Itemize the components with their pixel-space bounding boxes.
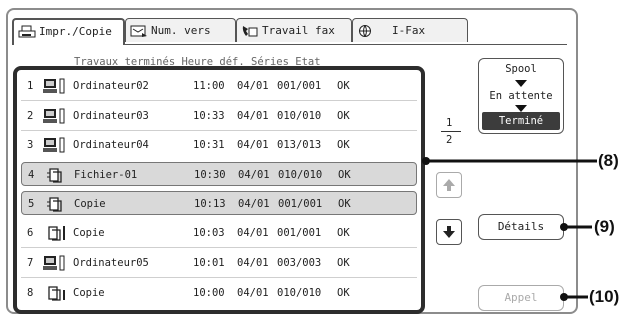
printer-icon bbox=[18, 25, 36, 38]
callout-9: (9) bbox=[594, 217, 615, 236]
callout-8: (8) bbox=[598, 151, 619, 170]
tab-print-copy[interactable]: Impr./Copie bbox=[12, 18, 125, 45]
tab-label: Impr./Copie bbox=[39, 25, 112, 38]
callout-10: (10) bbox=[589, 287, 620, 306]
callout-lines bbox=[422, 157, 597, 301]
